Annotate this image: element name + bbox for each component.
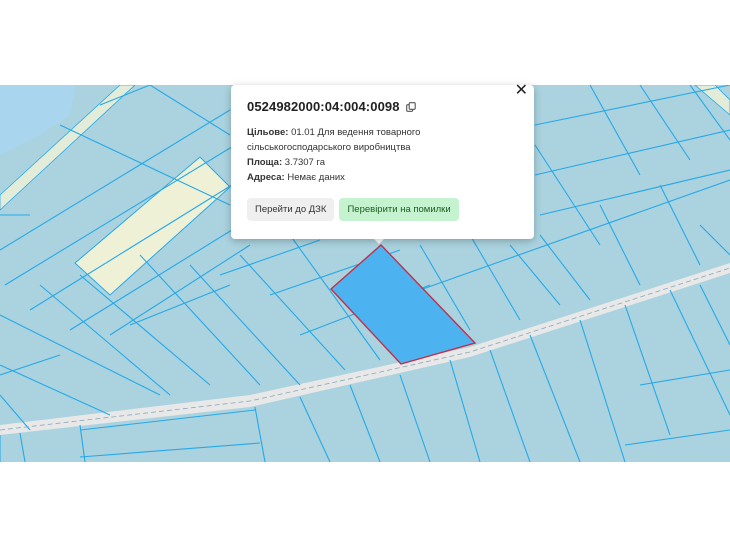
area-row: Площа: 3.7307 га [247,155,518,170]
address-row: Адреса: Немає даних [247,170,518,185]
copy-icon[interactable] [405,101,416,112]
address-label: Адреса: [247,172,285,183]
area-value: 3.7307 га [284,157,326,168]
go-to-dzk-button[interactable]: Перейти до ДЗК [247,198,335,221]
check-errors-button[interactable]: Перевірити на помилки [339,198,459,221]
purpose-row: Цільове: 01.01 Для ведення товарного сіл… [247,125,518,155]
address-value: Немає даних [287,172,345,183]
close-icon[interactable]: ✕ [513,81,530,101]
purpose-label: Цільове: [247,127,289,138]
area-label: Площа: [247,157,283,168]
cadastral-number: 0524982000:04:004:0098 [247,99,400,114]
parcel-info: Цільове: 01.01 Для ведення товарного сіл… [247,125,518,185]
parcel-popup: ✕ 0524982000:04:004:0098 Цільове: 01.01 … [231,83,534,239]
